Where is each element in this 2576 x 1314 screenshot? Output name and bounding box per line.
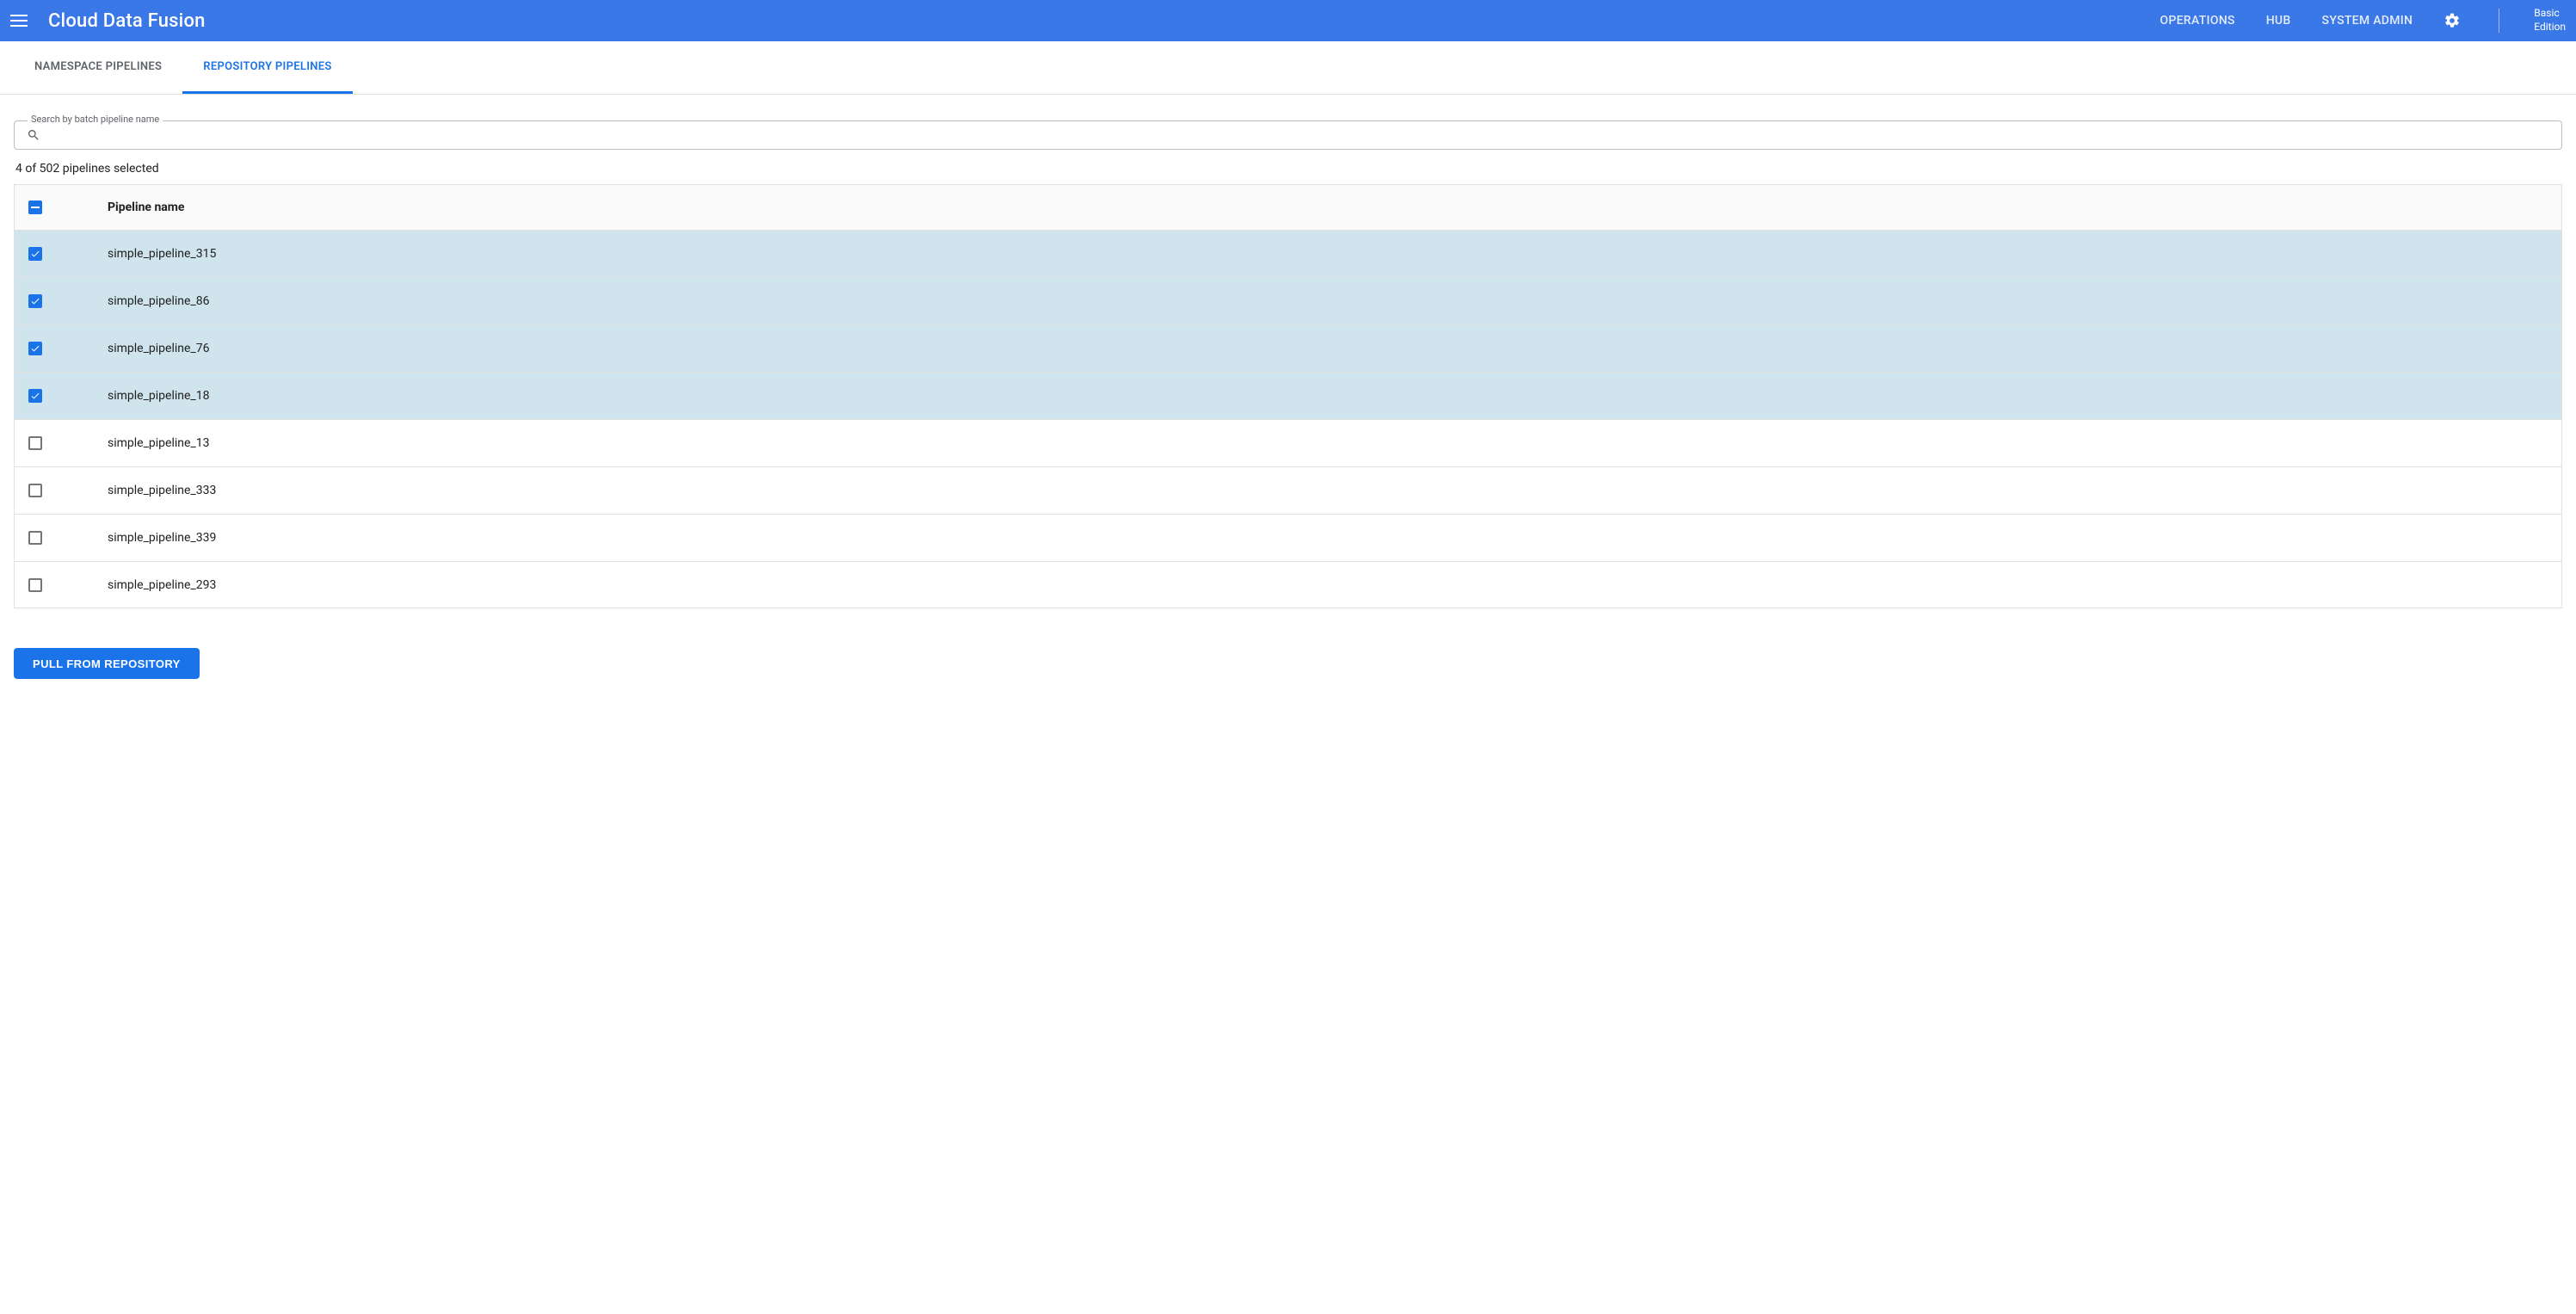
- column-header-name: Pipeline name: [108, 200, 185, 214]
- app-header: Cloud Data Fusion OPERATIONS HUB SYSTEM …: [0, 0, 2576, 41]
- nav-hub[interactable]: HUB: [2266, 14, 2291, 28]
- pipeline-name: simple_pipeline_86: [108, 294, 209, 308]
- row-checkbox[interactable]: [28, 294, 42, 308]
- search-label: Search by batch pipeline name: [28, 114, 163, 125]
- footer-actions: PULL FROM REPOSITORY: [0, 622, 2576, 693]
- table-row[interactable]: simple_pipeline_18: [15, 372, 2561, 419]
- table-row[interactable]: simple_pipeline_293: [15, 561, 2561, 608]
- pipeline-name: simple_pipeline_18: [108, 389, 209, 403]
- search-input[interactable]: [49, 128, 2549, 142]
- tab-repository-pipelines[interactable]: REPOSITORY PIPELINES: [182, 41, 352, 94]
- search-wrap: Search by batch pipeline name: [14, 120, 2562, 150]
- row-checkbox[interactable]: [28, 531, 42, 545]
- row-checkbox[interactable]: [28, 342, 42, 355]
- pipeline-name: simple_pipeline_13: [108, 436, 209, 450]
- pipeline-name: simple_pipeline_339: [108, 531, 216, 545]
- pipeline-name: simple_pipeline_333: [108, 484, 216, 497]
- row-checkbox[interactable]: [28, 389, 42, 403]
- row-checkbox[interactable]: [28, 578, 42, 592]
- table-row[interactable]: simple_pipeline_76: [15, 324, 2561, 372]
- nav-operations[interactable]: OPERATIONS: [2160, 14, 2234, 28]
- selection-count: 4 of 502 pipelines selected: [14, 162, 2562, 176]
- hamburger-menu-icon[interactable]: [10, 10, 31, 31]
- row-checkbox[interactable]: [28, 436, 42, 450]
- table-row[interactable]: simple_pipeline_86: [15, 277, 2561, 324]
- gear-icon[interactable]: [2444, 12, 2461, 29]
- edition-label: Basic Edition: [2534, 7, 2566, 34]
- app-title: Cloud Data Fusion: [48, 10, 206, 32]
- pipeline-name: simple_pipeline_315: [108, 247, 216, 261]
- table-row[interactable]: simple_pipeline_333: [15, 466, 2561, 514]
- row-checkbox[interactable]: [28, 484, 42, 497]
- content-area: Search by batch pipeline name 4 of 502 p…: [0, 95, 2576, 622]
- table-body: simple_pipeline_315 simple_pipeline_86sim…: [15, 230, 2561, 608]
- tabs: NAMESPACE PIPELINES REPOSITORY PIPELINES: [0, 41, 2576, 95]
- search-box[interactable]: [14, 120, 2562, 150]
- row-checkbox[interactable]: [28, 247, 42, 261]
- nav-system-admin[interactable]: SYSTEM ADMIN: [2322, 14, 2413, 28]
- search-icon: [27, 128, 40, 142]
- pipeline-table: Pipeline name simple_pipeline_315simple_…: [14, 184, 2562, 608]
- edition-line2: Edition: [2534, 21, 2566, 34]
- header-nav: OPERATIONS HUB SYSTEM ADMIN Basic Editio…: [2160, 7, 2566, 34]
- table-row[interactable]: simple_pipeline_315: [15, 230, 2561, 277]
- table-header: Pipeline name: [15, 185, 2561, 230]
- tab-namespace-pipelines[interactable]: NAMESPACE PIPELINES: [14, 41, 182, 94]
- table-row[interactable]: simple_pipeline_339: [15, 514, 2561, 561]
- pipeline-name: simple_pipeline_76: [108, 342, 209, 355]
- pull-from-repository-button[interactable]: PULL FROM REPOSITORY: [14, 648, 200, 679]
- table-row[interactable]: simple_pipeline_13: [15, 419, 2561, 466]
- pipeline-name: simple_pipeline_293: [108, 578, 216, 592]
- select-all-checkbox[interactable]: [28, 200, 42, 214]
- edition-line1: Basic: [2534, 7, 2566, 21]
